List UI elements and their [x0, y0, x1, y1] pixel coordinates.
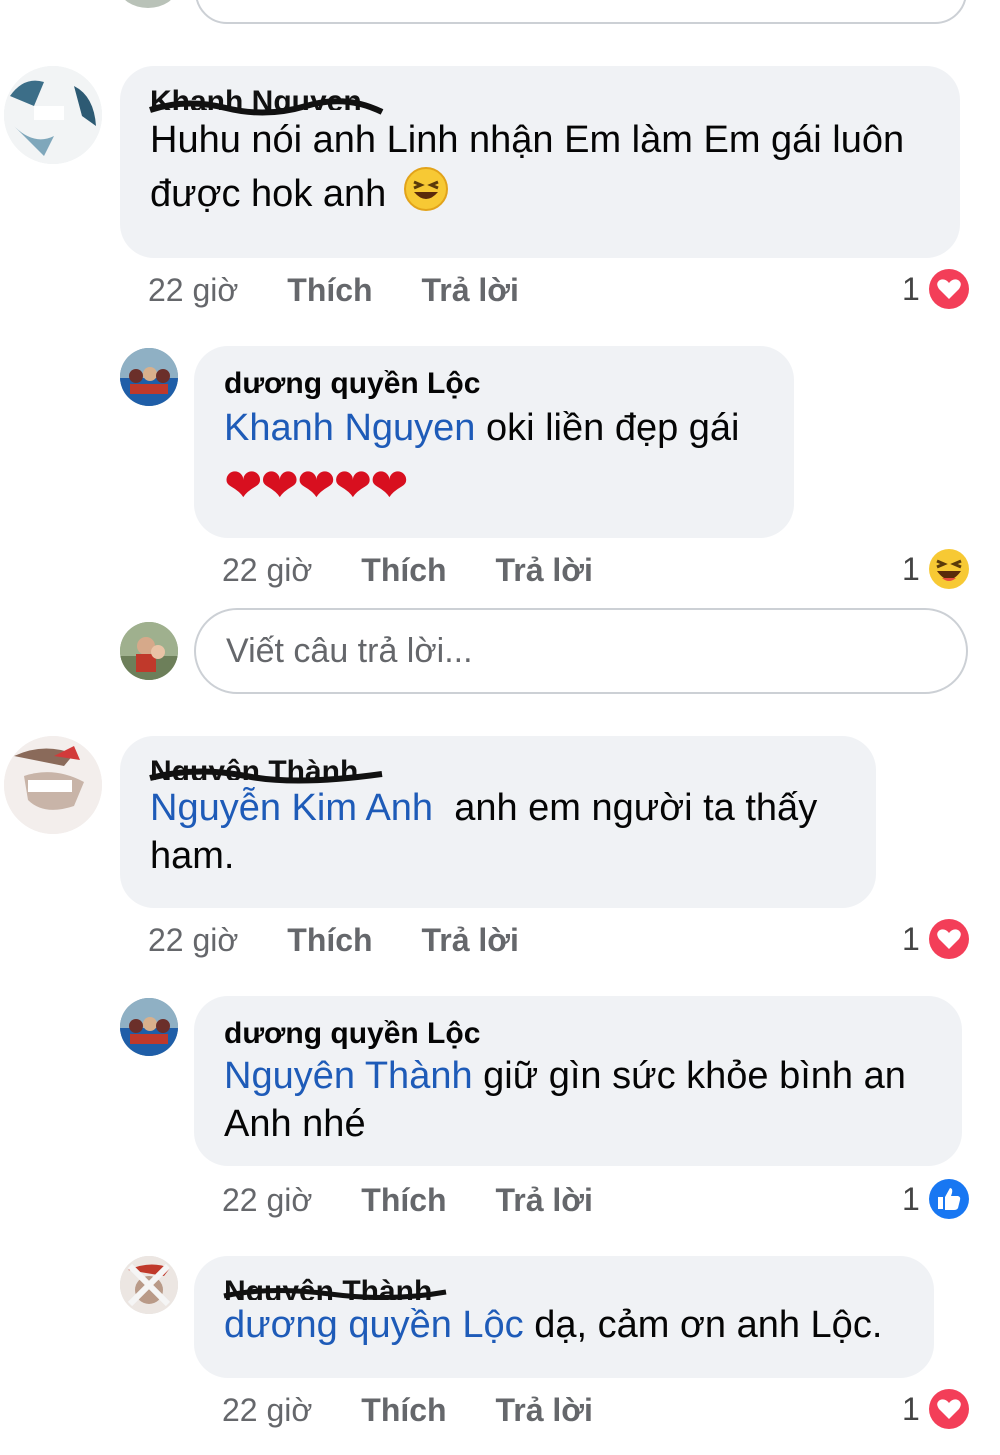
- like-reaction-icon: [928, 1179, 969, 1219]
- reaction-count: 1: [902, 1390, 920, 1427]
- reply-text: Nguyên Thành giữ gìn sức khỏe bình an An…: [224, 1052, 932, 1148]
- reply-button[interactable]: Trả lời: [421, 272, 518, 309]
- comment-text: Nguyễn Kim Anh anh em người ta thấy ham.: [150, 784, 846, 880]
- group-photo-avatar-icon: [120, 998, 178, 1056]
- reply-body: dạ, cảm ơn anh Lộc.: [534, 1304, 883, 1346]
- comment-actions: 22 giờ Thích Trả lời: [148, 922, 559, 959]
- avatar[interactable]: [120, 1256, 178, 1314]
- reply-input[interactable]: Viết câu trả lời...: [194, 608, 968, 694]
- reaction-count: 1: [902, 920, 920, 957]
- comment-text: Huhu nói anh Linh nhận Em làm Em gái luô…: [150, 114, 930, 226]
- reaction-count: 1: [902, 270, 920, 307]
- reaction-count: 1: [902, 1180, 920, 1217]
- mention-link[interactable]: Khanh Nguyen: [224, 407, 475, 449]
- reply-text: Khanh Nguyen oki liền đẹp gái: [224, 402, 764, 454]
- laughing-emoji-icon: [403, 166, 449, 226]
- heart-reaction-icon: [928, 919, 969, 959]
- reply-button[interactable]: Trả lời: [495, 1182, 592, 1219]
- reply-button[interactable]: Trả lời: [495, 552, 592, 589]
- name-scribble-icon: [149, 768, 383, 784]
- reaction-summary[interactable]: 1: [902, 1388, 970, 1430]
- reaction-summary[interactable]: 1: [902, 548, 970, 590]
- reply-time[interactable]: 22 giờ: [222, 1182, 312, 1219]
- current-user-avatar: [120, 622, 178, 680]
- top-avatar-edge: [120, 0, 176, 8]
- avatar[interactable]: [120, 998, 178, 1056]
- like-button[interactable]: Thích: [287, 272, 372, 309]
- reaction-summary[interactable]: 1: [902, 918, 970, 960]
- comment-body: Huhu nói anh Linh nhận Em làm Em gái luô…: [150, 119, 905, 216]
- reply-actions: 22 giờ Thích Trả lời: [222, 1182, 633, 1219]
- group-photo-avatar-icon: [120, 348, 178, 406]
- reply-button[interactable]: Trả lời: [421, 922, 518, 959]
- user-photo-avatar-icon: [120, 622, 178, 680]
- name-scribble-icon: [149, 98, 384, 116]
- avatar[interactable]: [4, 66, 102, 164]
- reply-time[interactable]: 22 giờ: [222, 552, 312, 589]
- reply-body: oki liền đẹp gái: [485, 407, 740, 449]
- reaction-count: 1: [902, 550, 920, 587]
- reply-button[interactable]: Trả lời: [495, 1392, 592, 1429]
- comment-actions: 22 giờ Thích Trả lời: [148, 272, 559, 309]
- reply-actions: 22 giờ Thích Trả lời: [222, 1392, 633, 1429]
- reply-author[interactable]: dương quyền Lộc: [224, 366, 764, 402]
- obscured-avatar-icon: [4, 736, 102, 834]
- reply-time[interactable]: 22 giờ: [222, 1392, 312, 1429]
- reply-author[interactable]: dương quyền Lộc: [224, 1016, 932, 1052]
- like-button[interactable]: Thích: [287, 922, 372, 959]
- avatar[interactable]: [120, 348, 178, 406]
- reaction-summary[interactable]: 1: [902, 268, 970, 310]
- comment-time[interactable]: 22 giờ: [148, 922, 238, 959]
- mention-link[interactable]: Nguyễn Kim Anh: [150, 787, 433, 829]
- like-button[interactable]: Thích: [361, 552, 446, 589]
- reply-bubble: Nguyên Thành dương quyền Lộc dạ, cảm ơn …: [194, 1256, 934, 1378]
- obscured-avatar-icon: [4, 66, 102, 164]
- like-button[interactable]: Thích: [361, 1182, 446, 1219]
- avatar[interactable]: [4, 736, 102, 834]
- reply-placeholder-text: Viết câu trả lời...: [226, 631, 473, 670]
- reply-bubble: dương quyền Lộc Khanh Nguyen oki liền đẹ…: [194, 346, 794, 538]
- mention-link[interactable]: Nguyên Thành: [224, 1055, 473, 1097]
- reply-actions: 22 giờ Thích Trả lời: [222, 552, 633, 589]
- haha-reaction-icon: [928, 549, 969, 589]
- hearts-emoji: ❤❤❤❤❤: [224, 459, 409, 511]
- reply-bubble: dương quyền Lộc Nguyên Thành giữ gìn sức…: [194, 996, 962, 1166]
- like-button[interactable]: Thích: [361, 1392, 446, 1429]
- top-reply-input-edge[interactable]: [195, 0, 967, 24]
- heart-reaction-icon: [928, 269, 969, 309]
- comment-time[interactable]: 22 giờ: [148, 272, 238, 309]
- reaction-summary[interactable]: 1: [902, 1178, 970, 1220]
- mention-link[interactable]: dương quyền Lộc: [224, 1304, 524, 1346]
- heart-reaction-icon: [928, 1389, 969, 1429]
- name-scribble-icon: [223, 1287, 447, 1301]
- obscured-avatar-icon: [120, 1256, 178, 1314]
